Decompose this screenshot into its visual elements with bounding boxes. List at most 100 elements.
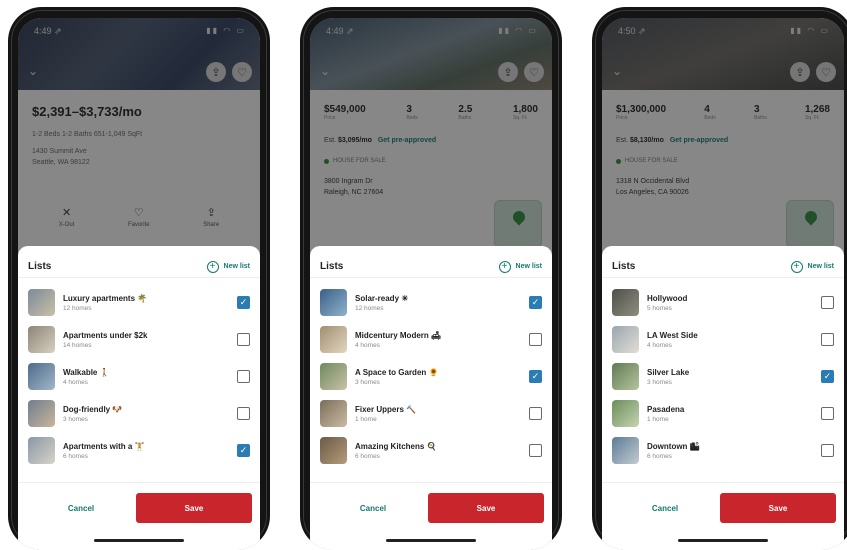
list-thumbnail	[320, 326, 347, 353]
list-name: Midcentury Modern 🛋	[355, 330, 442, 340]
list-item[interactable]: LA West Side 4 homes	[602, 321, 844, 358]
list-checkbox[interactable]	[821, 333, 834, 346]
list-count: 4 homes	[355, 341, 380, 349]
phone-2: 4:49 ⇗ ▮▮ ◠ ▭ ⌄ ⇪ ♡ $549,000Price 3Beds …	[300, 7, 562, 550]
phone-1: 4:49 ⇗ ▮▮ ◠ ▭ ⌄ ⇪ ♡ $2,391–$3,733/mo 1-2…	[8, 7, 270, 550]
list-thumbnail	[320, 400, 347, 427]
list-checkbox[interactable]: ✓	[529, 296, 542, 309]
list-thumbnail	[28, 363, 55, 390]
list-item[interactable]: Solar-ready ☀ 12 homes ✓	[310, 284, 552, 321]
list-name: Silver Lake	[647, 367, 690, 377]
list-item[interactable]: Apartments with a 🏋 6 homes ✓	[18, 432, 260, 469]
sheet-title: Lists	[612, 261, 636, 272]
list-checkbox[interactable]: ✓	[237, 296, 250, 309]
list-thumbnail	[28, 326, 55, 353]
sheet-header: Lists + New list	[310, 246, 552, 278]
sheet-header: Lists + New list	[18, 246, 260, 278]
home-indicator	[94, 539, 184, 542]
list-name: Fixer Uppers 🔨	[355, 404, 417, 414]
modal-backdrop[interactable]	[602, 18, 844, 258]
sheet-header: Lists + New list	[602, 246, 844, 278]
list-name: Luxury apartments 🌴	[63, 293, 148, 303]
list-item[interactable]: Dog-friendly 🐶 3 homes	[18, 395, 260, 432]
list-count: 3 homes	[355, 378, 380, 386]
plus-circle-icon: +	[790, 260, 803, 273]
list-thumbnail	[320, 363, 347, 390]
phone-screen: 4:49 ⇗ ▮▮ ◠ ▭ ⌄ ⇪ ♡ $549,000Price 3Beds …	[310, 18, 552, 550]
new-list-label: New list	[515, 263, 542, 270]
new-list-label: New list	[807, 263, 834, 270]
list-checkbox[interactable]	[529, 333, 542, 346]
lists: Luxury apartments 🌴 12 homes ✓ Apartments…	[18, 278, 260, 469]
screenshot-stage: 4:49 ⇗ ▮▮ ◠ ▭ ⌄ ⇪ ♡ $2,391–$3,733/mo 1-2…	[0, 0, 847, 550]
new-list-button[interactable]: + New list	[498, 260, 542, 273]
list-checkbox[interactable]	[821, 444, 834, 457]
list-count: 3 homes	[647, 378, 672, 386]
list-count: 6 homes	[63, 452, 88, 460]
list-name: Solar-ready ☀	[355, 293, 409, 303]
lists: Solar-ready ☀ 12 homes ✓ Midcentury Moder…	[310, 278, 552, 469]
list-item[interactable]: Apartments under $2k 14 homes	[18, 321, 260, 358]
list-checkbox[interactable]	[821, 296, 834, 309]
lists-sheet: Lists + New list Luxury apartments 🌴 12 h…	[18, 246, 260, 550]
list-count: 1 home	[355, 415, 377, 423]
phone-screen: 4:49 ⇗ ▮▮ ◠ ▭ ⌄ ⇪ ♡ $2,391–$3,733/mo 1-2…	[18, 18, 260, 550]
sheet-title: Lists	[320, 261, 344, 272]
list-count: 14 homes	[63, 341, 92, 349]
sheet-title: Lists	[28, 261, 52, 272]
lists-sheet: Lists + New list Solar-ready ☀ 12 homes ✓	[310, 246, 552, 550]
list-name: Hollywood	[647, 293, 688, 303]
list-thumbnail	[612, 437, 639, 464]
list-item[interactable]: Pasadena 1 home	[602, 395, 844, 432]
list-count: 4 homes	[63, 378, 88, 386]
list-thumbnail	[612, 400, 639, 427]
lists: Hollywood 5 homes LA West Side 4 homes Sil…	[602, 278, 844, 469]
list-checkbox[interactable]	[237, 407, 250, 420]
list-thumbnail	[320, 437, 347, 464]
cancel-button[interactable]: Cancel	[318, 493, 428, 523]
list-checkbox[interactable]	[237, 333, 250, 346]
save-button[interactable]: Save	[720, 493, 836, 523]
list-checkbox[interactable]	[821, 407, 834, 420]
list-item[interactable]: Luxury apartments 🌴 12 homes ✓	[18, 284, 260, 321]
plus-circle-icon: +	[206, 260, 219, 273]
cancel-button[interactable]: Cancel	[610, 493, 720, 523]
list-thumbnail	[28, 437, 55, 464]
list-item[interactable]: Midcentury Modern 🛋 4 homes	[310, 321, 552, 358]
save-button[interactable]: Save	[136, 493, 252, 523]
list-thumbnail	[612, 326, 639, 353]
modal-backdrop[interactable]	[18, 18, 260, 258]
lists-sheet: Lists + New list Hollywood 5 homes LA Wes	[602, 246, 844, 550]
phone-screen: 4:50 ⇗ ▮▮ ◠ ▭ ⌄ ⇪ ♡ $1,300,000Price 4Bed…	[602, 18, 844, 550]
list-checkbox[interactable]: ✓	[237, 444, 250, 457]
list-item[interactable]: Hollywood 5 homes	[602, 284, 844, 321]
list-checkbox[interactable]	[529, 444, 542, 457]
save-button[interactable]: Save	[428, 493, 544, 523]
list-item[interactable]: Amazing Kitchens 🍳 6 homes	[310, 432, 552, 469]
list-checkbox[interactable]	[237, 370, 250, 383]
list-count: 6 homes	[355, 452, 380, 460]
list-item[interactable]: Walkable 🚶 4 homes	[18, 358, 260, 395]
list-thumbnail	[28, 400, 55, 427]
list-count: 3 homes	[63, 415, 88, 423]
phone-3: 4:50 ⇗ ▮▮ ◠ ▭ ⌄ ⇪ ♡ $1,300,000Price 4Bed…	[592, 7, 847, 550]
list-name: Downtown 🏙	[647, 441, 700, 451]
list-checkbox[interactable]: ✓	[529, 370, 542, 383]
cancel-button[interactable]: Cancel	[26, 493, 136, 523]
plus-circle-icon: +	[498, 260, 511, 273]
list-name: A Space to Garden 🌻	[355, 367, 439, 377]
list-thumbnail	[612, 289, 639, 316]
list-count: 12 homes	[355, 304, 384, 312]
list-count: 1 home	[647, 415, 669, 423]
new-list-button[interactable]: + New list	[206, 260, 250, 273]
list-item[interactable]: Silver Lake 3 homes ✓	[602, 358, 844, 395]
list-count: 5 homes	[647, 304, 672, 312]
modal-backdrop[interactable]	[310, 18, 552, 258]
list-checkbox[interactable]: ✓	[821, 370, 834, 383]
list-item[interactable]: Fixer Uppers 🔨 1 home	[310, 395, 552, 432]
new-list-button[interactable]: + New list	[790, 260, 834, 273]
list-name: Amazing Kitchens 🍳	[355, 441, 437, 451]
list-item[interactable]: Downtown 🏙 6 homes	[602, 432, 844, 469]
list-checkbox[interactable]	[529, 407, 542, 420]
list-item[interactable]: A Space to Garden 🌻 3 homes ✓	[310, 358, 552, 395]
